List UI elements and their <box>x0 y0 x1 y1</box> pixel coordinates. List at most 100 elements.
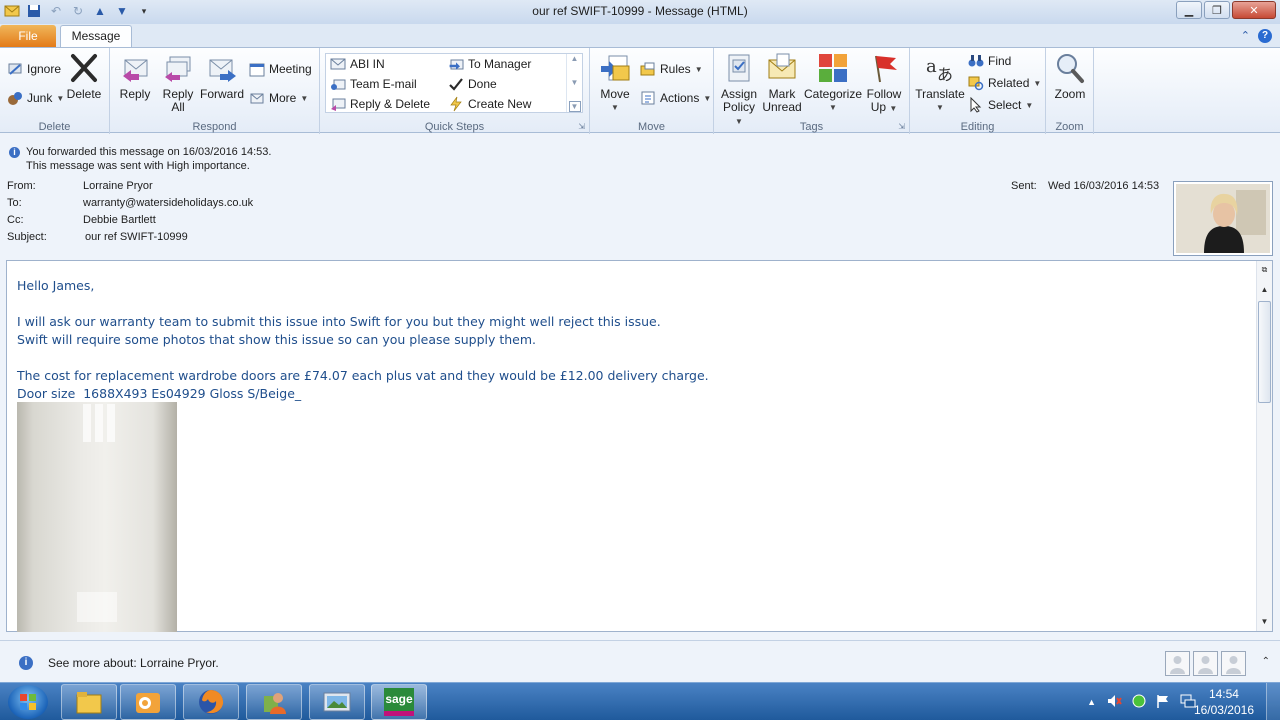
team-email-icon <box>331 79 346 90</box>
tab-file[interactable]: File <box>0 25 56 47</box>
see-more-about[interactable]: See more about: Lorraine Pryor. <box>48 656 219 670</box>
dialog-launcher-icon[interactable]: ⇲ <box>578 122 585 131</box>
taskbar-explorer[interactable] <box>61 684 117 720</box>
show-hidden-icons-icon[interactable]: ▲ <box>1087 697 1096 707</box>
quick-step-done[interactable]: Done <box>448 75 497 93</box>
avatar <box>1176 184 1270 253</box>
clock[interactable]: 14:54 16/03/2016 <box>1194 686 1254 718</box>
editing-group-label: Editing <box>960 121 995 133</box>
find-button[interactable]: Find <box>968 52 1011 70</box>
tab-message[interactable]: Message <box>60 25 132 48</box>
person-avatar[interactable] <box>1193 651 1218 676</box>
scroll-up-arrow[interactable]: ▲ <box>1258 283 1271 297</box>
scroll-up-icon[interactable]: ▲ <box>571 54 579 63</box>
move-button[interactable]: Move ▼ <box>598 52 632 114</box>
follow-up-button[interactable]: Follow Up ▼ <box>864 52 904 115</box>
categorize-button[interactable]: Categorize ▼ <box>804 52 862 114</box>
taskbar-outlook[interactable] <box>120 684 176 720</box>
actions-button[interactable]: Actions ▼ <box>640 89 711 107</box>
message-body[interactable]: Hello James, I will ask our warranty tea… <box>6 260 1273 632</box>
select-button[interactable]: Select ▼ <box>968 96 1033 114</box>
to-label: To: <box>7 197 22 209</box>
ribbon: Ignore Junk ▼ Delete Delete Reply Reply A… <box>0 47 1280 134</box>
firefox-icon <box>199 690 224 714</box>
body-line <box>17 349 709 367</box>
scrollbar-thumb[interactable] <box>1258 301 1271 403</box>
clock-date: 16/03/2016 <box>1193 703 1254 717</box>
zoom-group: Zoom Zoom <box>1046 48 1094 134</box>
delete-button[interactable]: Delete <box>66 52 102 101</box>
close-button[interactable]: ✕ <box>1232 1 1276 19</box>
reply-all-icon <box>165 56 191 82</box>
svg-text:あ: あ <box>937 65 953 84</box>
related-button[interactable]: Related ▼ <box>968 74 1041 92</box>
importance-notice: This message was sent with High importan… <box>26 160 250 172</box>
quick-steps-scroll[interactable]: ▲ ▼ ▼ <box>566 54 582 112</box>
status-icon[interactable] <box>1132 694 1146 711</box>
checkmark-icon <box>449 78 463 91</box>
action-center-flag-icon[interactable] <box>1156 694 1170 711</box>
person-avatar[interactable] <box>1221 651 1246 676</box>
taskbar-contacts[interactable] <box>246 684 302 720</box>
from-value[interactable]: Lorraine Pryor <box>83 180 153 192</box>
meeting-icon <box>249 63 265 77</box>
meeting-button[interactable]: Meeting <box>249 60 312 78</box>
quick-step-abi-in[interactable]: ABI IN <box>330 55 385 73</box>
scroll-down-icon[interactable]: ▼ <box>571 78 579 87</box>
message-text: Hello James, I will ask our warranty tea… <box>17 277 709 403</box>
quick-step-reply-delete[interactable]: Reply & Delete <box>330 95 430 113</box>
show-desktop-button[interactable] <box>1266 683 1280 720</box>
tags-dialog-launcher-icon[interactable]: ⇲ <box>898 122 905 131</box>
reading-pane-icon[interactable]: ⧉ <box>1258 263 1271 277</box>
cc-label: Cc: <box>7 214 24 226</box>
taskbar-sage[interactable]: sage <box>371 684 427 720</box>
delete-group: Ignore Junk ▼ Delete Delete <box>0 48 110 134</box>
scroll-down-arrow[interactable]: ▼ <box>1258 615 1271 629</box>
quick-step-to-manager[interactable]: To Manager <box>448 55 531 73</box>
translate-button[interactable]: aあ Translate ▼ <box>914 52 966 114</box>
rules-button[interactable]: Rules ▼ <box>640 60 703 78</box>
taskbar-firefox[interactable] <box>183 684 239 720</box>
taskbar-photo-viewer[interactable] <box>309 684 365 720</box>
quick-step-create-new[interactable]: Create New <box>448 95 531 113</box>
sender-photo[interactable] <box>1173 181 1273 256</box>
magnifier-icon <box>1057 54 1084 83</box>
people-pane: i See more about: Lorraine Pryor. ⌃ <box>0 640 1280 682</box>
more-icon <box>250 93 264 104</box>
categorize-icon <box>819 54 847 82</box>
window-title: our ref SWIFT-10999 - Message (HTML) <box>532 4 748 18</box>
person-avatar[interactable] <box>1165 651 1190 676</box>
junk-button[interactable]: Junk ▼ <box>7 89 64 107</box>
mark-unread-icon <box>768 53 796 79</box>
assign-policy-button[interactable]: Assign Policy ▼ <box>720 52 758 128</box>
lightning-icon <box>450 96 462 112</box>
volume-muted-icon[interactable] <box>1106 693 1122 712</box>
expand-people-pane-icon[interactable]: ⌃ <box>1262 656 1270 667</box>
start-button[interactable] <box>8 685 48 719</box>
reply-all-button[interactable]: Reply All <box>160 52 196 114</box>
minimize-ribbon-icon[interactable]: ⌃ <box>1241 29 1250 43</box>
vertical-scrollbar[interactable]: ⧉ ▲ ▼ <box>1256 261 1272 631</box>
ignore-button[interactable]: Ignore <box>7 60 61 78</box>
folder-icon <box>76 692 102 714</box>
minimize-button[interactable]: ▁ <box>1176 1 1202 19</box>
flag-icon <box>875 55 897 83</box>
cursor-icon <box>970 97 982 113</box>
quick-step-team-email[interactable]: Team E-mail <box>330 75 417 93</box>
help-icon[interactable]: ? <box>1258 29 1272 43</box>
forward-button[interactable]: Forward <box>199 52 245 101</box>
mark-unread-button[interactable]: Mark Unread <box>762 52 802 114</box>
more-respond-button[interactable]: More ▼ <box>249 89 308 107</box>
ribbon-tabs: File Message ⌃ ? <box>0 24 1280 48</box>
reply-icon <box>123 59 148 82</box>
zoom-button[interactable]: Zoom <box>1052 52 1088 101</box>
to-value[interactable]: warranty@watersideholidays.co.uk <box>83 197 253 209</box>
system-tray: ▲ <box>1087 683 1196 720</box>
reply-button[interactable]: Reply <box>118 52 152 101</box>
maximize-button[interactable]: ❐ <box>1204 1 1230 19</box>
expand-gallery-icon[interactable]: ▼ <box>568 101 581 112</box>
wardrobe-door-image[interactable] <box>17 402 177 632</box>
binoculars-icon <box>968 55 984 67</box>
cc-value[interactable]: Debbie Bartlett <box>83 214 156 226</box>
people-info-icon: i <box>19 656 33 670</box>
